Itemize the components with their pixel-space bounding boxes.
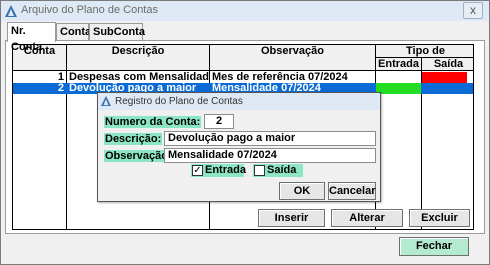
col-header-tipo-movimento: Tipo de Movimento [376,45,473,69]
check-icon: ✓ [192,165,203,176]
inserir-button[interactable]: Inserir [258,209,325,227]
numero-conta-label: Numero da Conta: [104,116,202,128]
col-header-descricao[interactable]: Descrição [67,45,210,71]
grid-divider [66,71,67,229]
dialog-title: Registro do Plano de Contas [115,96,243,107]
close-icon: x [470,3,476,17]
tab-conta[interactable]: Conta [56,23,92,41]
cell-entrada-indicator [376,72,421,83]
saida-checkbox[interactable]: Saída [253,164,303,177]
excluir-button[interactable]: Excluir [409,209,470,227]
tab-nr-conta[interactable]: Nr. Conta [7,22,56,53]
numero-conta-field[interactable]: 2 [204,114,234,129]
title-bar: Arquivo do Plano de Contas x [1,1,489,21]
window-title: Arquivo do Plano de Contas [21,4,158,16]
observacao-label: Observação: [104,150,173,162]
saida-checkbox-label: Saída [267,164,297,176]
observacao-field[interactable]: Mensalidade 07/2024 [164,148,376,163]
cell-entrada-indicator [376,83,421,94]
cell-observacao: Mes de referência 07/2024 [212,72,348,83]
registro-dialog: Registro do Plano de Contas Numero da Co… [97,92,381,202]
alterar-button[interactable]: Alterar [331,209,403,227]
ok-button[interactable]: OK [279,182,325,200]
cell-conta: 2 [57,83,64,94]
descricao-field[interactable]: Devolução pago a maior [164,131,376,146]
entrada-checkbox[interactable]: ✓ Entrada [191,164,246,177]
table-row[interactable]: 1 Despesas com Mensalidade Mes de referê… [13,72,473,83]
close-button[interactable]: x [463,2,483,19]
checkbox-box-icon [254,165,265,176]
entrada-checkbox-label: Entrada [205,164,246,176]
cell-conta: 1 [57,72,64,83]
dialog-title-bar: Registro do Plano de Contas [98,93,380,110]
main-window: Arquivo do Plano de Contas x Nr. Conta C… [0,0,490,265]
tab-label: Conta [60,26,92,38]
cancelar-button[interactable]: Cancelar [328,182,376,200]
col-header-saida[interactable]: Saída [422,58,473,71]
app-icon [101,96,111,106]
cell-saida-indicator [422,83,467,94]
cell-descricao: Despesas com Mensalidade [69,72,209,83]
col-header-entrada[interactable]: Entrada [376,58,422,71]
grid-divider [421,71,422,229]
fechar-button[interactable]: Fechar [399,237,469,256]
col-header-observacao[interactable]: Observação [210,45,376,71]
descricao-label: Descrição: [104,133,163,145]
cell-saida-indicator [422,72,467,83]
tab-label: Nr. Conta [11,25,43,53]
tab-label: SubConta [93,26,145,38]
app-icon [5,5,17,17]
tab-subconta[interactable]: SubConta [89,23,145,41]
